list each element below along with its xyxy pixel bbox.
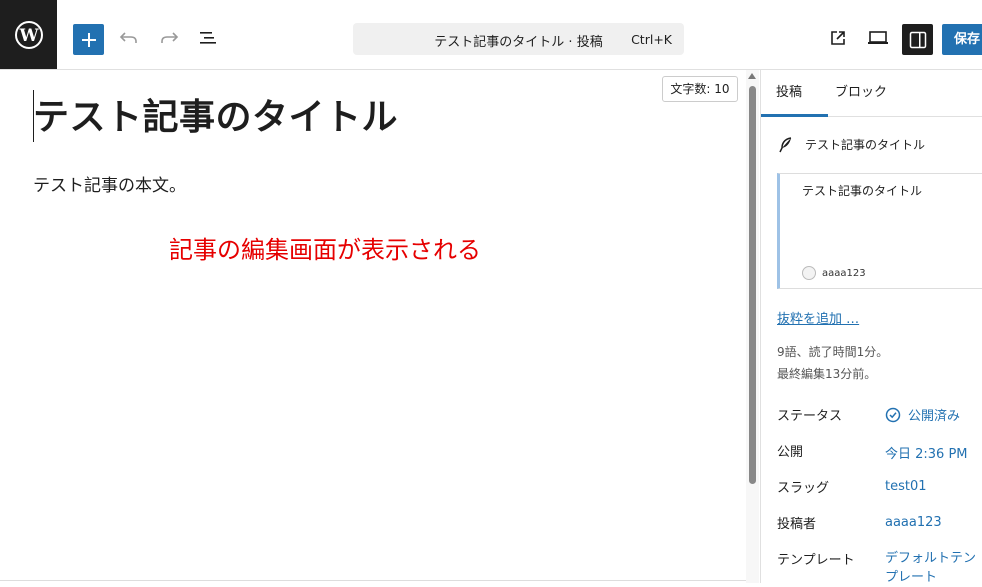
post-body-paragraph[interactable]: テスト記事の本文。	[33, 171, 186, 196]
last-edited-text: 最終編集13分前。	[777, 367, 877, 381]
scroll-up-arrow-icon[interactable]	[748, 73, 756, 79]
add-block-button[interactable]	[73, 24, 104, 55]
preview-author: aaaa123	[802, 266, 866, 280]
sidebar-icon	[909, 31, 926, 48]
template-value-button[interactable]: デフォルトテンプレート	[885, 549, 982, 587]
author-label: 投稿者	[777, 517, 817, 532]
top-toolbar: W テスト記事のタイトル · 投稿 Ctrl+K 保存	[0, 0, 982, 70]
save-button[interactable]: 保存	[942, 24, 982, 55]
reading-time-text: 9語、読了時間1分。	[777, 345, 889, 359]
redo-icon	[161, 32, 179, 43]
publish-date-button[interactable]: 今日 2:36 PM	[885, 443, 968, 462]
svg-text:W: W	[18, 26, 39, 46]
canvas-bottom-divider	[0, 580, 746, 581]
check-circle-icon	[885, 407, 901, 422]
external-link-icon	[831, 31, 845, 45]
undo-icon	[119, 32, 137, 43]
tab-post[interactable]: 投稿	[761, 70, 828, 117]
preview-author-name: aaaa123	[822, 267, 866, 279]
word-count-badge: 文字数: 10	[662, 76, 738, 102]
plus-icon	[81, 32, 96, 47]
preview-title: テスト記事のタイトル	[802, 184, 923, 198]
author-value-button[interactable]: aaaa123	[885, 515, 942, 530]
slug-value-button[interactable]: test01	[885, 479, 927, 494]
tab-block[interactable]: ブロック	[835, 70, 887, 116]
add-excerpt-link[interactable]: 抜粋を追加 …	[777, 308, 859, 327]
editor-canvas[interactable]	[0, 70, 746, 583]
settings-sidebar: 投稿 ブロック テスト記事のタイトル テスト記事のタイトル aaaa123 抜粋…	[760, 70, 982, 585]
desktop-icon	[868, 31, 888, 44]
command-palette-bar[interactable]: テスト記事のタイトル · 投稿 Ctrl+K	[353, 23, 684, 55]
settings-sidebar-toggle[interactable]	[902, 24, 933, 55]
wordpress-logo-icon[interactable]: W	[0, 0, 57, 69]
document-overview-button[interactable]	[193, 22, 225, 54]
shortcut-hint: Ctrl+K	[631, 32, 672, 47]
scrollbar-thumb[interactable]	[749, 86, 756, 484]
avatar	[802, 266, 816, 280]
publish-label: 公開	[777, 445, 804, 460]
status-value: 公開済み	[908, 409, 961, 424]
post-title-field[interactable]: テスト記事のタイトル	[33, 88, 398, 140]
post-summary-header: テスト記事のタイトル	[779, 136, 925, 153]
post-preview-card[interactable]: テスト記事のタイトル aaaa123	[777, 173, 982, 289]
sidebar-tabs: 投稿 ブロック	[761, 70, 982, 117]
undo-button[interactable]	[113, 22, 145, 54]
status-label: ステータス	[777, 409, 843, 424]
view-post-button[interactable]	[822, 22, 854, 54]
slug-label: スラッグ	[777, 481, 830, 496]
feather-icon	[779, 136, 792, 152]
editor-scrollbar[interactable]	[746, 70, 759, 583]
status-value-button[interactable]: 公開済み	[885, 405, 960, 424]
redo-button[interactable]	[153, 22, 185, 54]
preview-button[interactable]	[862, 22, 894, 54]
sidebar-post-title: テスト記事のタイトル	[805, 138, 926, 152]
template-label: テンプレート	[777, 553, 855, 568]
list-view-icon	[200, 32, 216, 44]
annotation-text: 記事の編集画面が表示される	[169, 236, 481, 264]
